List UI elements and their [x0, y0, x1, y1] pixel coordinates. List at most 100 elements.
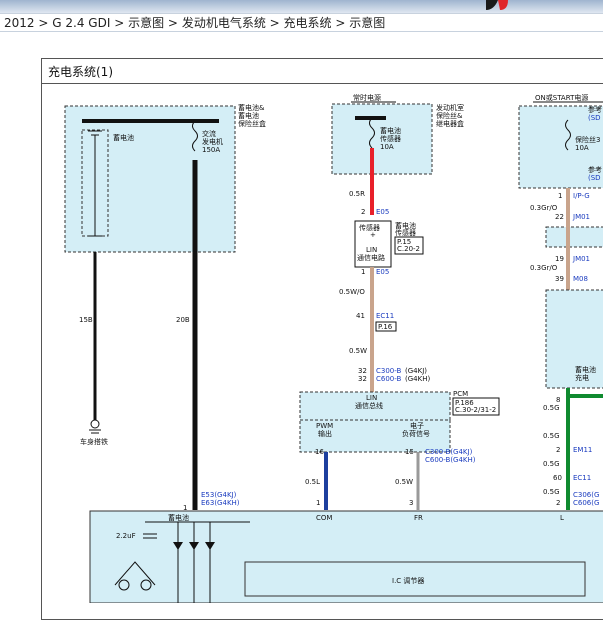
jm01b-conn: JM01	[572, 255, 590, 263]
center-header: 常时电源	[353, 93, 381, 102]
cb-l3: 继电器盒	[436, 119, 464, 128]
ec11-pin: 41	[356, 312, 365, 320]
pin-8: 8	[556, 396, 560, 404]
junction-box	[545, 226, 603, 248]
ipg-pin: 1	[558, 192, 562, 200]
alt-fuse-l3: 150A	[202, 146, 220, 154]
bc-l1: 蓄电池	[575, 365, 596, 374]
e05-pin-bot: 1	[361, 268, 365, 276]
wire-60-label: 0.5G	[543, 460, 560, 468]
bb-l1: 蓄电池&	[238, 103, 265, 112]
m08-wire: 0.3Gr/O	[530, 264, 558, 272]
e05-pin-top: 2	[361, 208, 365, 216]
bb-l3: 保险丝盒	[238, 119, 266, 128]
sn-l2: 传感器	[395, 228, 416, 237]
c606-conn: C606(G	[573, 499, 599, 507]
pcm-conn-b: C600-B(G4KH)	[425, 456, 476, 464]
cb-l2: 保险丝&	[436, 111, 463, 120]
alt-com: COM	[316, 514, 332, 522]
alt-fuse-l1: 交流	[202, 129, 216, 138]
jm01-conn: JM01	[572, 213, 590, 221]
load-l2: 负荷信号	[402, 429, 430, 438]
wire-red-label: 0.5R	[349, 190, 365, 198]
ipg-wire: 0.3Gr/O	[530, 204, 558, 212]
alt-fuse-l2: 发电机	[202, 137, 223, 146]
pcm-name: PCM	[453, 390, 468, 398]
em11-conn: EM11	[573, 446, 592, 454]
wire-8: 0.5G	[543, 404, 560, 412]
alt-fr: FR	[414, 514, 423, 522]
ground-icon	[89, 419, 101, 434]
load-l1: 电子	[410, 421, 424, 430]
right-ref1: 参考	[588, 105, 602, 114]
sensor-name: 蓄电池 传感器	[395, 221, 418, 237]
ec11-conn: EC11	[376, 312, 394, 320]
pin-16: 16	[315, 448, 324, 456]
pr-l2: C.30-2/31-2	[455, 406, 496, 414]
battery-fuse-box	[64, 105, 236, 253]
alt-pin1: 1	[316, 499, 320, 507]
c300-variant: (G4KJ)	[405, 367, 427, 375]
ec11-ref: P.16	[378, 323, 393, 331]
ec11-right-conn: EC11	[573, 474, 591, 482]
rf-l1: 保险丝3	[575, 135, 600, 144]
wire-brown-label: 0.5W/O	[339, 288, 365, 296]
bb-l2: 蓄电池	[238, 111, 259, 120]
pin-2b: 2	[556, 499, 560, 507]
m08-pin: 39	[555, 275, 564, 283]
sr-l2: C.20-2	[397, 245, 420, 253]
wire-white-label: 0.5W	[395, 478, 413, 486]
bc-l2: 充电	[575, 373, 589, 382]
sensor-lin-l2: 通信电路	[357, 253, 385, 262]
wire-20b-label: 20B	[176, 316, 190, 324]
c300-conn: C300-B	[376, 367, 402, 375]
cf-l3: 10A	[380, 143, 394, 151]
e05-conn-bot: E05	[376, 268, 389, 276]
pin-2: 2	[556, 446, 560, 454]
pwm-l1: PWM	[316, 422, 333, 430]
m08-conn: M08	[573, 275, 588, 283]
c600-variant: (G4KH)	[405, 375, 430, 383]
regulator-label: I.C 调节器	[392, 576, 424, 585]
pcm-conn-a: C300-B(G4KJ)	[425, 448, 473, 456]
cf-l1: 蓄电池	[380, 126, 401, 135]
battery-box-label: 蓄电池& 蓄电池 保险丝盒	[238, 103, 267, 128]
ground-label: 车身搭铁	[80, 437, 108, 446]
battery-label: 蓄电池	[113, 133, 134, 142]
jm01b-pin: 19	[555, 255, 564, 263]
alt-pin3: 3	[409, 499, 413, 507]
wire-blue-label: 0.5L	[305, 478, 320, 486]
wire-2b-label: 0.5G	[543, 488, 560, 496]
wire-2-label: 0.5G	[543, 432, 560, 440]
cf-l2: 传感器	[380, 134, 401, 143]
alt-cap: 2.2uF	[116, 532, 136, 540]
jm01-pin: 22	[555, 213, 564, 221]
e05-conn-top: E05	[376, 208, 389, 216]
wire-15b-label: 15B	[79, 316, 93, 324]
alt-e63: E63(G4KH)	[201, 499, 240, 507]
pl-l2: 通信总线	[355, 401, 383, 410]
wire-w-label: 0.5W	[349, 347, 367, 355]
ipg-conn: I/P-G	[573, 192, 590, 200]
c306-conn: C306(G	[573, 491, 599, 499]
cb-l1: 发动机室	[436, 103, 464, 112]
pin-15: 15	[405, 448, 414, 456]
alt-e53: E53(G4KJ)	[201, 491, 237, 499]
pwm-l2: 输出	[318, 429, 332, 438]
c600-conn: C600-B	[376, 375, 402, 383]
wiring-diagram: 蓄电池 交流 发电机 150A 蓄电池& 蓄电池 保险丝盒 15B 20B 车身…	[64, 93, 603, 603]
pl-l1: LIN	[366, 394, 377, 402]
right-ref1b: (SD	[588, 114, 601, 122]
c600-pin: 32	[358, 375, 367, 383]
right-ref2: 参考	[588, 165, 602, 174]
sensor-l2: +	[370, 231, 376, 239]
sensor-lin-l1: LIN	[366, 246, 377, 254]
alt-batt: 蓄电池	[168, 513, 189, 522]
alt-l: L	[560, 514, 564, 522]
right-header: ON或START电源	[535, 93, 588, 102]
right-ref2b: (SD	[588, 174, 601, 182]
center-box-label: 发动机室 保险丝& 继电器盒	[436, 103, 466, 128]
c300-pin: 32	[358, 367, 367, 375]
pin-60: 60	[553, 474, 562, 482]
rf-l2: 10A	[575, 144, 589, 152]
